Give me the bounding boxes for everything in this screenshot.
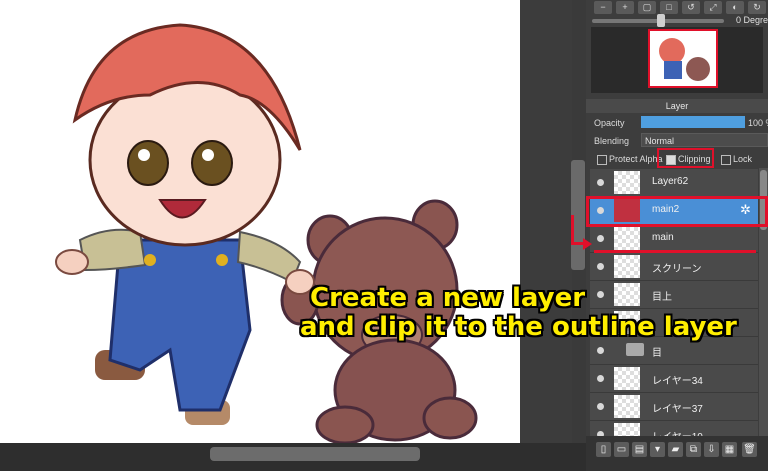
copy-layer-icon[interactable]: ⧉ — [686, 442, 701, 457]
layer-name: スクリーン — [652, 264, 702, 275]
new-special-layer-icon[interactable]: ▾ — [650, 442, 665, 457]
caption-line-2: and clip it to the outline layer — [300, 312, 737, 342]
canvas-horizontal-scrollbar[interactable] — [210, 447, 420, 461]
main-layer-underline — [594, 250, 756, 253]
actual-size-icon[interactable]: □ — [660, 1, 678, 14]
layer-thumbnail — [614, 255, 640, 278]
layer-name: Layer62 — [652, 176, 689, 187]
layer-row[interactable]: main — [590, 225, 758, 253]
layer-name: レイヤー34 — [652, 376, 703, 387]
layer-panel-title: Layer — [586, 99, 768, 113]
boy-character-artwork — [55, 23, 315, 425]
new-layer-icon[interactable]: ▯ — [596, 442, 611, 457]
arrow-icon — [571, 215, 574, 245]
artwork-illustration — [55, 23, 478, 443]
layer-thumbnail — [614, 423, 640, 436]
trash-icon[interactable]: 🗑 — [742, 442, 757, 457]
layer-row[interactable]: Layer62 — [590, 169, 758, 197]
visibility-eye-icon[interactable] — [597, 179, 604, 186]
flip-icon[interactable]: ◐ — [726, 1, 744, 14]
layer-name: main — [652, 232, 674, 243]
layer-thumbnail — [614, 367, 640, 390]
protect-alpha-checkbox[interactable] — [597, 155, 607, 165]
layer-name: 目上 — [652, 292, 672, 303]
new-folder-icon[interactable]: ▰ — [668, 442, 683, 457]
rotation-slider-knob[interactable] — [657, 14, 665, 27]
opacity-value: 100 % — [748, 118, 768, 128]
visibility-eye-icon[interactable] — [597, 263, 604, 270]
layer-thumbnail — [614, 171, 640, 194]
new-raster-icon[interactable]: ▭ — [614, 442, 629, 457]
lock-checkbox[interactable] — [721, 155, 731, 165]
navigator-viewport-frame[interactable] — [648, 29, 718, 88]
blending-mode-select[interactable]: Normal — [641, 133, 768, 147]
layer-thumbnail — [614, 395, 640, 418]
drawing-canvas[interactable] — [0, 0, 520, 443]
layer-row[interactable]: レイヤー37 — [590, 393, 758, 421]
selected-layer-highlight-box — [586, 196, 768, 227]
fit-window-icon[interactable]: ▢ — [638, 1, 656, 14]
navigator-thumbnail — [659, 38, 710, 81]
reset-icon[interactable]: ↻ — [748, 1, 766, 14]
visibility-eye-icon[interactable] — [597, 375, 604, 382]
opacity-label: Opacity — [594, 118, 625, 128]
layer-row[interactable]: レイヤー10 — [590, 421, 758, 437]
blending-label: Blending — [594, 136, 630, 146]
layer-name: 目 — [652, 348, 662, 359]
layer-row[interactable]: レイヤー34 — [590, 365, 758, 393]
protect-alpha-label: Protect Alpha — [609, 154, 663, 164]
zoom-in-icon[interactable]: + — [616, 1, 634, 14]
visibility-eye-icon[interactable] — [597, 291, 604, 298]
canvas-side-gutter — [520, 0, 572, 443]
layer-row[interactable]: スクリーン — [590, 253, 758, 281]
layer-thumbnail — [614, 227, 640, 250]
opacity-slider[interactable] — [641, 116, 745, 128]
visibility-eye-icon[interactable] — [597, 403, 604, 410]
layer-row[interactable]: 目上 — [590, 281, 758, 309]
layer-properties-icon[interactable]: ▦ — [722, 442, 737, 457]
caption-line-1: Create a new layer — [310, 283, 586, 313]
arrow-head-icon — [583, 238, 592, 250]
layer-thumbnail — [614, 283, 640, 306]
new-tone-icon[interactable]: ▤ — [632, 442, 647, 457]
visibility-eye-icon[interactable] — [597, 235, 604, 242]
visibility-eye-icon[interactable] — [597, 347, 604, 354]
layer-name: レイヤー37 — [652, 404, 703, 415]
lock-label: Lock — [733, 154, 753, 164]
rotate-left-icon[interactable]: ↺ — [682, 1, 700, 14]
merge-down-icon[interactable]: ⇩ — [704, 442, 719, 457]
rotation-degree-label: 0 Degree — [736, 15, 768, 25]
folder-icon — [626, 343, 644, 356]
rotate-right-icon[interactable]: ⤢ — [704, 1, 722, 14]
clipping-highlight-box — [657, 148, 714, 168]
zoom-out-icon[interactable]: − — [594, 1, 612, 14]
